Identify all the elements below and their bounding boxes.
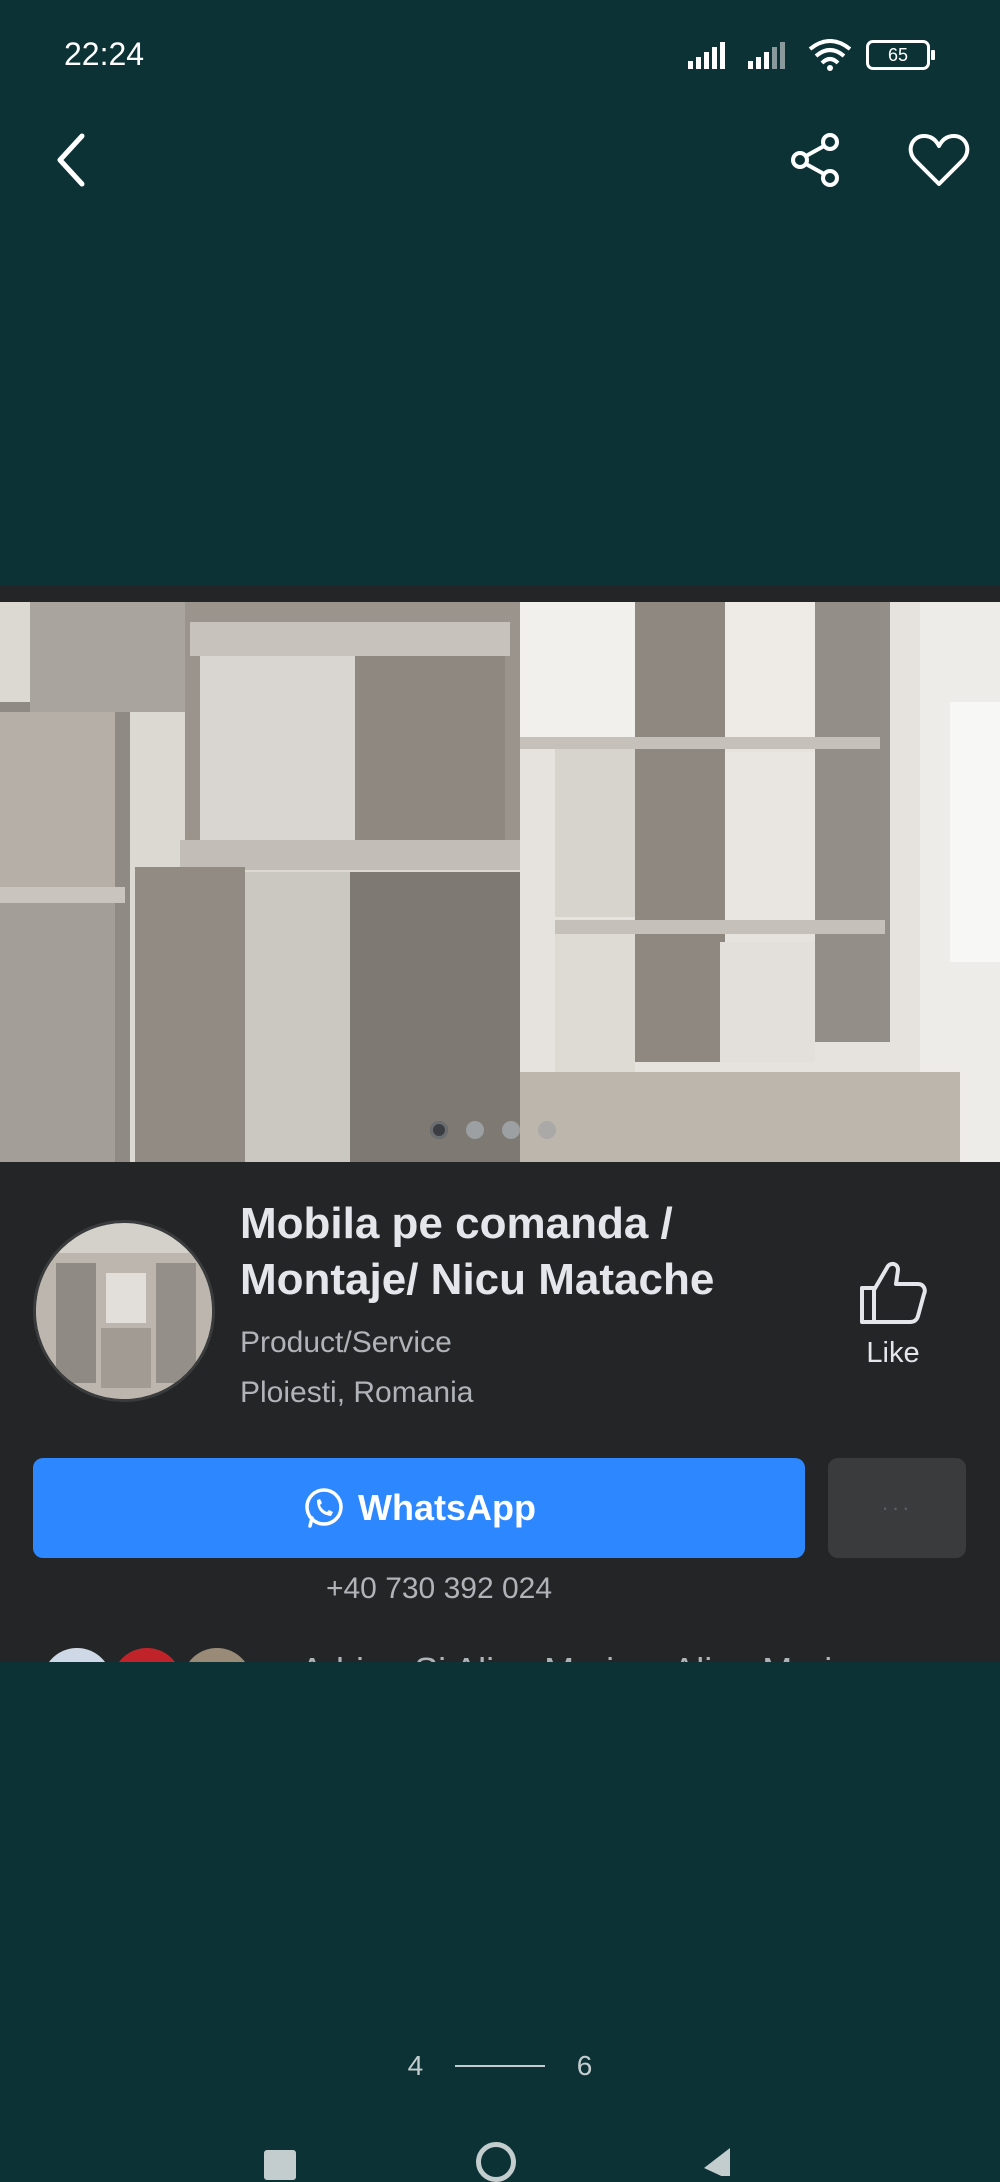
shelving-image <box>0 602 1000 1162</box>
pager-total: 6 <box>576 2049 593 2081</box>
page-category: Product/Service <box>240 1326 452 1359</box>
chevron-left-icon[interactable] <box>52 130 92 190</box>
avatar[interactable] <box>33 1220 215 1402</box>
cover-photo <box>0 602 1000 1162</box>
wifi-icon <box>808 39 852 71</box>
friends-like-text: Adrian Si Alina Marian, Alina Mari <box>300 1650 832 1662</box>
system-nav-bar <box>0 2142 1000 2182</box>
pager-progress-line <box>455 2064 545 2067</box>
thumbs-up-icon <box>860 1261 927 1324</box>
pager-current: 4 <box>407 2049 424 2081</box>
friend-avatar <box>182 1648 252 1662</box>
heart-icon[interactable] <box>908 132 970 188</box>
phone-number[interactable]: +40 730 392 024 <box>0 1572 878 1606</box>
like-label: Like <box>866 1337 920 1369</box>
carousel-dot[interactable] <box>466 1121 484 1139</box>
image-pager: 4 6 <box>0 2048 1000 2082</box>
carousel-dot[interactable] <box>538 1121 556 1139</box>
recent-apps-button[interactable] <box>264 2150 296 2180</box>
avatar-image <box>36 1223 212 1399</box>
signal-icon <box>748 42 785 69</box>
whatsapp-icon <box>305 1488 343 1528</box>
status-bar: 22:24 65 <box>0 0 1000 110</box>
like-button[interactable]: Like <box>850 1260 936 1370</box>
more-options-button[interactable]: ··· <box>828 1458 966 1558</box>
battery-level: 65 <box>887 44 909 65</box>
home-button[interactable] <box>476 2142 516 2182</box>
page-title[interactable]: Mobila pe comanda / Montaje/ Nicu Matach… <box>240 1196 800 1308</box>
friend-avatar <box>42 1648 112 1662</box>
friend-avatar <box>112 1648 182 1662</box>
signal-icon <box>688 42 725 69</box>
carousel-dots <box>430 1121 556 1139</box>
carousel-dot[interactable] <box>430 1121 448 1139</box>
battery-icon: 65 <box>866 40 935 70</box>
top-bar <box>0 110 1000 210</box>
more-options-label: ··· <box>881 1495 913 1520</box>
whatsapp-button[interactable]: WhatsApp <box>33 1458 805 1558</box>
status-time: 22:24 <box>64 36 145 72</box>
status-icons: 65 <box>688 38 935 72</box>
page-location: Ploiesti, Romania <box>240 1376 474 1409</box>
share-icon[interactable] <box>788 132 844 188</box>
friends-row: Adrian Si Alina Marian, Alina Mari <box>0 1648 1000 1662</box>
carousel-dot[interactable] <box>502 1121 520 1139</box>
whatsapp-label: WhatsApp <box>358 1487 536 1528</box>
